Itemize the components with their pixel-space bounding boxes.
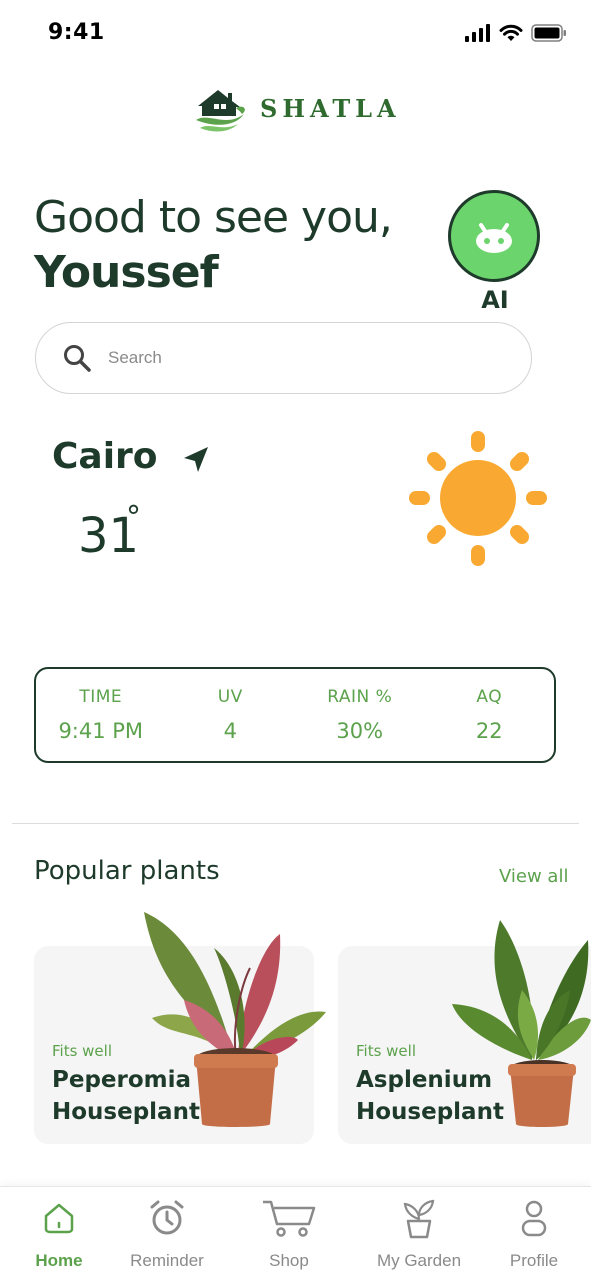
- section-divider: [12, 823, 579, 824]
- nav-item-my-garden[interactable]: My Garden: [364, 1187, 474, 1280]
- stat-value: 30%: [336, 719, 384, 743]
- nav-icon-wrap: [261, 1199, 317, 1237]
- bottom-navigation: Home Reminder Shop My Garden Profile: [0, 1186, 591, 1280]
- nav-item-shop[interactable]: Shop: [234, 1187, 344, 1280]
- ai-label: AI: [481, 286, 509, 314]
- stat-label: TIME: [79, 687, 123, 707]
- plant-tag: Fits well: [52, 1042, 112, 1060]
- view-all-link[interactable]: View all: [499, 866, 568, 887]
- sun-icon: [409, 431, 547, 566]
- stat-label: UV: [217, 687, 243, 707]
- nav-icon-wrap: [519, 1199, 549, 1237]
- house-leaf-logo-icon: [196, 90, 245, 132]
- nav-label: Reminder: [130, 1251, 204, 1270]
- greeting: Good to see you, Youssef: [34, 192, 393, 298]
- stat-rain: RAIN % 30%: [295, 669, 425, 761]
- alarm-clock-icon: [150, 1200, 184, 1235]
- status-time: 9:41: [48, 20, 105, 45]
- nav-label: My Garden: [376, 1251, 462, 1270]
- nav-icon-wrap: [148, 1199, 186, 1237]
- cart-icon: [263, 1200, 316, 1237]
- nav-item-home[interactable]: Home: [4, 1187, 114, 1280]
- stat-value: 9:41 PM: [58, 719, 144, 743]
- nav-icon-wrap: [42, 1199, 76, 1237]
- signal-icon: [465, 24, 490, 42]
- wifi-icon: [499, 24, 523, 41]
- stat-time: TIME 9:41 PM: [36, 669, 166, 761]
- nav-label: Shop: [269, 1251, 309, 1270]
- stat-value: 4: [223, 719, 237, 743]
- robot-face-icon: [476, 223, 512, 253]
- plant-image: [144, 912, 326, 1127]
- search-bar[interactable]: [35, 322, 532, 394]
- ai-assistant-button[interactable]: [448, 190, 540, 282]
- user-name: Youssef: [34, 247, 219, 298]
- degree-symbol: °: [126, 500, 141, 535]
- stat-uv: UV 4: [166, 669, 296, 761]
- battery-icon: [531, 24, 566, 42]
- nav-label: Profile: [509, 1251, 559, 1270]
- stat-value: 22: [475, 719, 503, 743]
- search-input[interactable]: [108, 348, 468, 368]
- stat-label: RAIN %: [327, 687, 393, 707]
- nav-item-reminder[interactable]: Reminder: [112, 1187, 222, 1280]
- status-icons: [465, 24, 567, 42]
- home-icon: [44, 1203, 74, 1234]
- nav-item-profile[interactable]: Profile: [479, 1187, 589, 1280]
- plant-image: [452, 920, 591, 1127]
- brand-name: SHATLA: [260, 93, 401, 123]
- popular-plants-title: Popular plants: [34, 856, 220, 886]
- stat-aq: AQ 22: [425, 669, 555, 761]
- search-icon: [64, 345, 91, 372]
- plant-tag: Fits well: [356, 1042, 416, 1060]
- greeting-text: Good to see you,: [34, 192, 393, 243]
- user-icon: [521, 1200, 547, 1237]
- brand-logo: SHATLA: [192, 84, 401, 132]
- status-bar: 9:41: [0, 0, 591, 70]
- city-name: Cairo: [52, 436, 158, 477]
- stat-label: AQ: [476, 687, 503, 707]
- nav-icon-wrap: [402, 1199, 436, 1239]
- weather-stats-panel: TIME 9:41 PM UV 4 RAIN % 30% AQ 22: [34, 667, 556, 763]
- nav-label: Home: [35, 1251, 83, 1270]
- location-arrow-icon[interactable]: [180, 444, 212, 476]
- plant-pot-icon: [403, 1199, 435, 1239]
